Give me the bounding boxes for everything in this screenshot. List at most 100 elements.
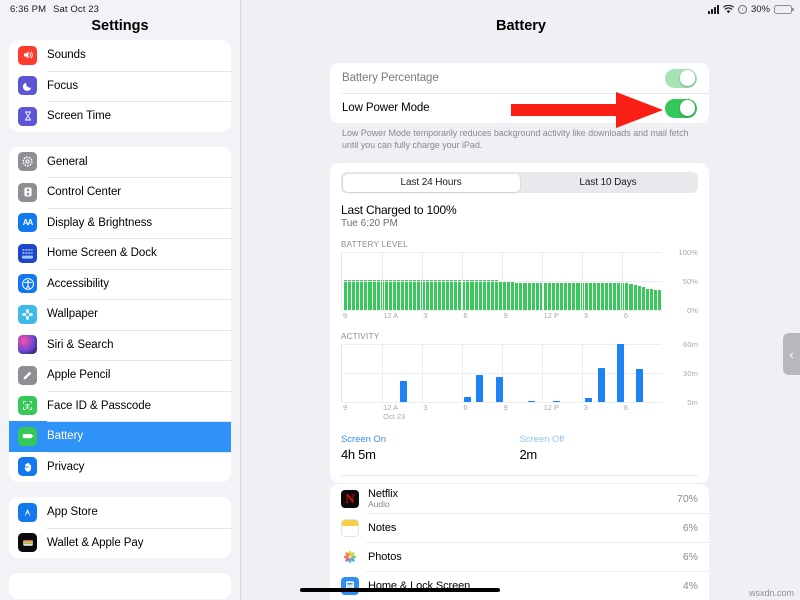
last-charged-title: Last Charged to 100%	[341, 203, 457, 217]
screen-off-block: Screen Off 2m	[520, 434, 699, 462]
status-date: Sat Oct 23	[53, 3, 99, 15]
sidebar-item-siri-search[interactable]: Siri & Search	[9, 329, 231, 361]
aa-icon: AA	[18, 213, 37, 233]
battery-usage-app-list: N Netflix Audio 70% Notes 6% Photos 6% H…	[330, 484, 709, 600]
segment-last-24-hours[interactable]: Last 24 Hours	[342, 173, 520, 192]
screen-on-label: Screen On	[341, 434, 386, 445]
netflix-icon: N	[341, 489, 359, 508]
home-indicator[interactable]	[300, 588, 500, 592]
app-name: Notes	[368, 521, 397, 534]
hand-icon	[18, 457, 37, 477]
list-item[interactable]: Home & Lock Screen 4%	[330, 571, 709, 600]
sidebar-item-label: Siri & Search	[47, 338, 114, 351]
app-name: Photos	[368, 550, 402, 563]
sidebar-item-accessibility[interactable]: Accessibility	[9, 268, 231, 300]
cellular-signal-icon	[707, 4, 719, 14]
wifi-icon	[722, 4, 734, 14]
notes-icon	[341, 518, 359, 537]
settings-sidebar[interactable]: Settings Sounds Focus Screen Time Genera…	[0, 0, 241, 600]
battery-percentage-row[interactable]: Battery Percentage	[330, 63, 709, 93]
sidebar-item-focus[interactable]: Focus	[9, 70, 231, 102]
status-bar: 6:36 PM Sat Oct 23 30%	[0, 0, 800, 18]
battery-percentage-toggle[interactable]	[665, 68, 697, 88]
activity-x-axis: 9 12 A Oct 23 3 6 9 12 P36	[343, 403, 629, 421]
sidebar-item-label: Control Center	[47, 186, 122, 199]
moon-icon	[18, 76, 37, 96]
sidebar-item-label: Display & Brightness	[47, 216, 153, 229]
sidebar-group-4	[9, 573, 231, 599]
speaker-icon	[18, 45, 37, 65]
battery-stats-card: Last 24 Hours Last 10 Days Last Charged …	[330, 163, 709, 483]
status-bar-left: 6:36 PM Sat Oct 23	[10, 4, 99, 15]
side-panel-handle[interactable]: ‹	[783, 333, 800, 375]
screen-off-label: Screen Off	[519, 434, 565, 445]
last-charged-time: Tue 6:20 PM	[341, 218, 398, 229]
app-store-icon	[18, 502, 37, 522]
app-percent: 4%	[682, 579, 698, 592]
sidebar-item-face-id-passcode[interactable]: Face ID & Passcode	[9, 390, 231, 422]
sidebar-item-label: Focus	[47, 79, 79, 92]
app-percent: 6%	[682, 521, 698, 534]
app-percent: 70%	[676, 492, 698, 505]
activity-plot	[341, 344, 662, 403]
screen-on-value: 4h 5m	[341, 447, 376, 462]
watermark: wsxdn.com	[748, 588, 794, 598]
pencil-icon	[18, 365, 37, 385]
status-battery-percent: 30%	[750, 3, 770, 15]
sidebar-item-apple-pencil[interactable]: Apple Pencil	[9, 360, 231, 391]
sidebar-group-1: Sounds Focus Screen Time	[9, 40, 231, 132]
segment-last-10-days[interactable]: Last 10 Days	[520, 174, 697, 192]
activity-chart-title: ACTIVITY	[341, 332, 380, 341]
list-item[interactable]: N Netflix Audio 70%	[330, 484, 709, 513]
chevron-left-icon: ‹	[789, 346, 794, 362]
low-power-mode-footnote: Low Power Mode temporarily reduces backg…	[342, 128, 689, 150]
sliders-icon	[18, 182, 37, 202]
low-power-mode-icon	[737, 4, 747, 14]
screen-off-value: 2m	[519, 447, 538, 462]
sidebar-item-label: Sounds	[47, 49, 86, 62]
sidebar-item-battery[interactable]: Battery	[9, 421, 231, 452]
screen-time-stats: Screen On 4h 5m Screen Off 2m	[341, 434, 698, 462]
ipad-settings-screen: 6:36 PM Sat Oct 23 30% Settings Sounds F…	[0, 0, 800, 600]
sidebar-item-label: Wallet & Apple Pay	[47, 536, 144, 549]
list-item[interactable]: Notes 6%	[330, 513, 709, 542]
sidebar-item-home-screen-dock[interactable]: Home Screen & Dock	[9, 238, 231, 269]
battery-icon	[774, 4, 794, 14]
sidebar-item-sounds[interactable]: Sounds	[9, 40, 231, 71]
sidebar-item-general[interactable]: General	[9, 147, 231, 178]
hourglass-icon	[18, 106, 37, 126]
status-bar-right: 30%	[707, 3, 794, 15]
sidebar-item-label: Screen Time	[47, 110, 112, 123]
flower-icon	[18, 304, 37, 324]
red-right-arrow-annotation	[511, 92, 663, 128]
sidebar-item-label: General	[47, 155, 88, 168]
siri-icon	[18, 335, 37, 355]
activity-y-axis: 60m 30m 0m	[683, 340, 698, 407]
face-id-icon	[18, 396, 37, 416]
list-item[interactable]: Photos 6%	[330, 542, 709, 571]
sidebar-item-label: Home Screen & Dock	[47, 247, 157, 260]
sidebar-item-display-brightness[interactable]: AA Display & Brightness	[9, 207, 231, 239]
sidebar-item-wallet-apple-pay[interactable]: Wallet & Apple Pay	[9, 527, 231, 559]
sidebar-item-privacy[interactable]: Privacy	[9, 451, 231, 483]
app-percent: 6%	[682, 550, 698, 563]
low-power-mode-toggle[interactable]	[665, 98, 697, 118]
gear-icon	[18, 152, 37, 172]
battery-level-plot	[341, 252, 662, 311]
status-time: 6:36 PM	[10, 3, 47, 15]
sidebar-item-app-store[interactable]: App Store	[9, 497, 231, 528]
sidebar-item-label: Wallpaper	[47, 308, 98, 321]
battery-level-chart: 100% 50% 0% 9 12 A 3 6 9 12 P36	[341, 248, 698, 321]
sidebar-item-screen-time[interactable]: Screen Time	[9, 101, 231, 132]
sidebar-item-wallpaper[interactable]: Wallpaper	[9, 299, 231, 330]
sidebar-item-label: Privacy	[47, 460, 85, 473]
grid-icon	[18, 243, 37, 263]
sidebar-item-control-center[interactable]: Control Center	[9, 177, 231, 208]
photos-icon	[341, 547, 359, 566]
app-sub-label: Audio	[368, 499, 390, 509]
activity-chart: 60m 30m 0m 9 12 A Oct 23 3 6 9 12 P36	[341, 340, 698, 422]
sidebar-group-2: General Control Center AA Display & Brig…	[9, 146, 231, 483]
battery-level-x-axis: 9 12 A 3 6 9 12 P36	[343, 311, 629, 320]
time-range-segmented-control[interactable]: Last 24 Hours Last 10 Days	[341, 172, 698, 193]
battery-usage-header: BATTERY USAGE BY APP SHOW ACTIVITY	[341, 475, 698, 483]
